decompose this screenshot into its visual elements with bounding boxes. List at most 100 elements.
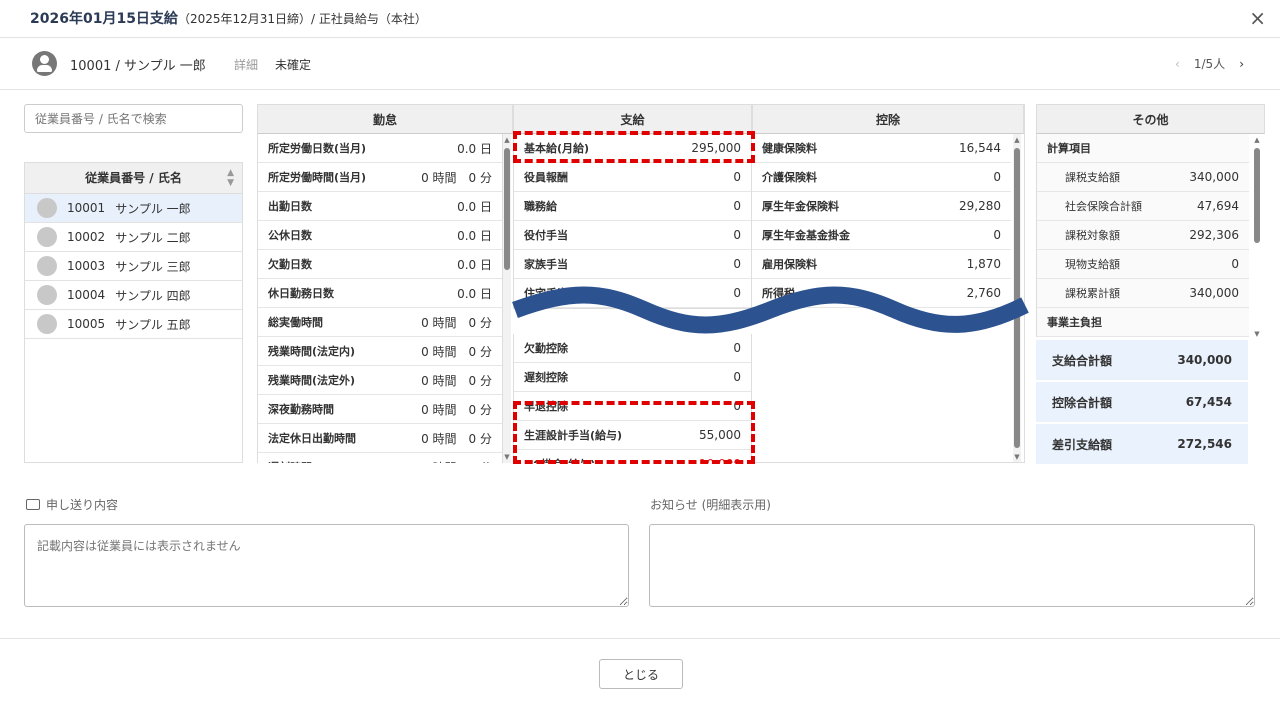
row-value[interactable]: 16,544 [959, 141, 1001, 155]
row-label: 総実働時間 [268, 316, 323, 329]
row-value[interactable]: 292,306 [1189, 228, 1239, 242]
row-label: 職務給 [524, 200, 557, 213]
row-value[interactable]: 0 時間 0 分 [421, 459, 492, 464]
payment-header: 支給 [513, 104, 752, 134]
row-value[interactable]: 340,000 [1189, 286, 1239, 300]
employee-search-input[interactable] [24, 104, 243, 133]
next-button[interactable]: › [1239, 57, 1244, 71]
row-value[interactable]: 0 [733, 370, 741, 384]
row-value[interactable]: 0.0 日 [457, 227, 492, 244]
total-label: 差引支給額 [1052, 437, 1113, 452]
detail-link[interactable]: 詳細 [234, 56, 258, 73]
row-value[interactable]: 47,694 [1197, 199, 1239, 213]
notice-label: お知らせ (明細表示用) [650, 498, 771, 512]
employee-id: 10003 [67, 259, 106, 273]
row-label: 現物支給額 [1065, 258, 1120, 271]
employee-list-header[interactable]: 従業員番号 / 氏名 ▲ ▼ [25, 163, 242, 194]
row-label: 役員報酬 [524, 171, 568, 184]
table-row: 現物支給額 0 [1037, 250, 1249, 279]
employee-list-item[interactable]: 10005 サンプル 五郎 [25, 310, 242, 339]
employee-id: 10004 [67, 288, 106, 302]
row-value[interactable]: 0 時間 0 分 [421, 430, 492, 447]
employee-list-item[interactable]: 10002 サンプル 二郎 [25, 223, 242, 252]
row-value[interactable]: 0 [993, 228, 1001, 242]
title-main: 2026年01月15日支給 [30, 11, 178, 27]
row-label: 休日勤務日数 [268, 287, 334, 300]
employee-name: 10001 / サンプル 一郎 [70, 59, 206, 74]
section-label: 計算項目 [1047, 142, 1091, 155]
employee-name: サンプル 二郎 [115, 230, 191, 245]
section-employer: 事業主負担 [1037, 308, 1249, 337]
notes-label-text: 申し送り内容 [46, 498, 119, 512]
row-value[interactable]: 0 時間 0 分 [421, 314, 492, 331]
other-scrollbar[interactable]: ▲ ▼ [1253, 134, 1261, 340]
row-value[interactable]: 0 [733, 341, 741, 355]
row-value[interactable]: 0 [993, 170, 1001, 184]
title-sub: （2025年12月31日締）/ 正社員給与（本社） [177, 12, 427, 26]
other-table: その他 計算項目 課税支給額 340,000 社会保険合計額 47,694 課税対象額 2… [1036, 104, 1265, 340]
highlight-basic-pay [513, 131, 755, 163]
close-icon[interactable]: × [1249, 6, 1266, 30]
row-value[interactable]: 29,280 [959, 199, 1001, 213]
total-row: 控除合計額 67,454 [1036, 382, 1248, 423]
row-value[interactable]: 0.0 日 [457, 285, 492, 302]
row-value[interactable]: 0 [733, 228, 741, 242]
header-label: 従業員番号 / 氏名 [85, 171, 182, 185]
sort-icon[interactable]: ▲ ▼ [227, 163, 234, 188]
row-label: 所定労働日数(当月) [268, 142, 367, 155]
deduction-header: 控除 [752, 104, 1024, 134]
row-value[interactable]: 0 時間 0 分 [421, 372, 492, 389]
employee-id: 10005 [67, 317, 106, 331]
close-button[interactable]: とじる [599, 659, 683, 689]
pager-count: 1/5人 [1193, 57, 1226, 71]
table-row: 課税支給額 340,000 [1037, 163, 1249, 192]
row-label: 法定休日出勤時間 [268, 432, 356, 445]
table-row: 健康保険料 16,544 [752, 134, 1011, 163]
row-value[interactable]: 0 [733, 170, 741, 184]
employee-name: サンプル 四郎 [115, 288, 191, 303]
row-value[interactable]: 0 時間 0 分 [421, 169, 492, 186]
table-row: 欠勤日数 0.0 日 [258, 250, 502, 279]
employee-name: サンプル 三郎 [115, 259, 191, 274]
avatar-icon [32, 51, 57, 76]
row-label: 遅刻控除 [524, 371, 568, 384]
highlight-allowances [513, 401, 755, 464]
row-label: 家族手当 [524, 258, 568, 271]
total-value: 67,454 [1185, 395, 1232, 409]
row-value[interactable]: 340,000 [1189, 170, 1239, 184]
row-value[interactable]: 0 [733, 199, 741, 213]
row-value[interactable]: 0 時間 0 分 [421, 343, 492, 360]
row-label: 課税累計額 [1065, 287, 1120, 300]
employee-id: 10002 [67, 230, 106, 244]
row-value[interactable]: 0 [733, 257, 741, 271]
row-label: 課税対象額 [1065, 229, 1120, 242]
row-value[interactable]: 1,870 [967, 257, 1001, 271]
notice-textarea[interactable] [649, 524, 1255, 607]
employee-list-item[interactable]: 10004 サンプル 四郎 [25, 281, 242, 310]
comment-icon [26, 499, 40, 510]
row-label: 介護保険料 [762, 171, 817, 184]
row-label: 雇用保険料 [762, 258, 817, 271]
row-label: 公休日数 [268, 229, 312, 242]
status-label: 未確定 [275, 58, 312, 72]
row-label: 欠勤控除 [524, 342, 568, 355]
row-value[interactable]: 0 [1231, 257, 1239, 271]
row-value[interactable]: 0.0 日 [457, 256, 492, 273]
employee-list-item[interactable]: 10001 サンプル 一郎 [25, 194, 242, 223]
attendance-table: 勤怠 所定労働日数(当月) 0.0 日所定労働時間(当月) 0 時間 0 分出勤日数… [257, 104, 513, 463]
table-row: 所定労働日数(当月) 0.0 日 [258, 134, 502, 163]
table-row: 遅刻時間 0 時間 0 分 [258, 453, 502, 463]
prev-button[interactable]: ‹ [1175, 57, 1180, 71]
row-value[interactable]: 0.0 日 [457, 140, 492, 157]
row-value[interactable]: 0 時間 0 分 [421, 401, 492, 418]
notes-textarea[interactable] [24, 524, 629, 607]
row-label: 出勤日数 [268, 200, 312, 213]
employee-list: 従業員番号 / 氏名 ▲ ▼ 10001 サンプル 一郎 10002 サンプル 二郎 100… [24, 162, 243, 463]
employee-id: 10001 [67, 201, 106, 215]
row-value[interactable]: 0.0 日 [457, 198, 492, 215]
table-row: 残業時間(法定外) 0 時間 0 分 [258, 366, 502, 395]
employee-list-item[interactable]: 10003 サンプル 三郎 [25, 252, 242, 281]
table-row: 残業時間(法定内) 0 時間 0 分 [258, 337, 502, 366]
table-row: 厚生年金保険料 29,280 [752, 192, 1011, 221]
row-label: 所定労働時間(当月) [268, 171, 367, 184]
